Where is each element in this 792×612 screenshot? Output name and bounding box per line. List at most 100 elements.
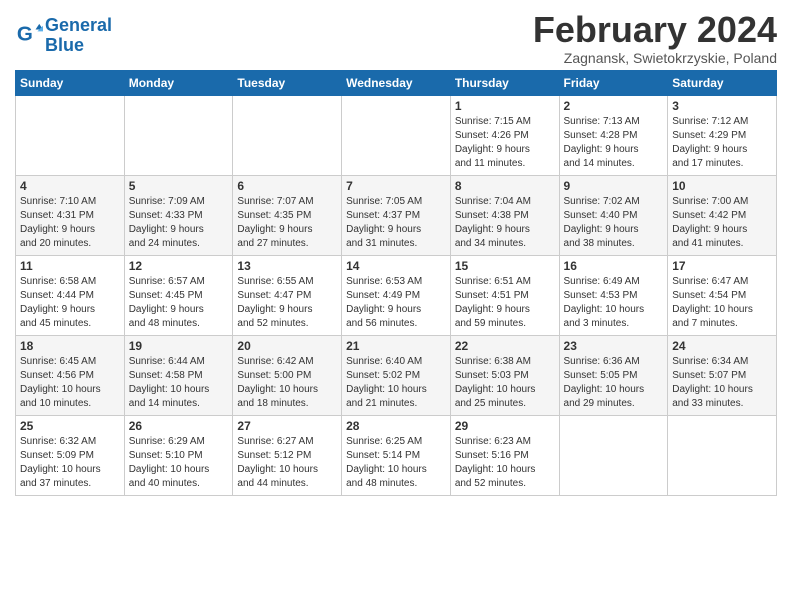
day-info: Sunrise: 7:15 AM Sunset: 4:26 PM Dayligh… — [455, 115, 555, 171]
calendar-cell: 28 Sunrise: 6:25 AM Sunset: 5:14 PM Dayli… — [342, 415, 451, 495]
calendar-cell: 12 Sunrise: 6:57 AM Sunset: 4:45 PM Dayli… — [124, 255, 233, 335]
day-info: Sunrise: 6:47 AM Sunset: 4:54 PM Dayligh… — [672, 275, 772, 331]
day-info: Sunrise: 6:45 AM Sunset: 4:56 PM Dayligh… — [20, 355, 120, 411]
column-header-sunday: Sunday — [16, 70, 125, 95]
calendar-cell: 7 Sunrise: 7:05 AM Sunset: 4:37 PM Daylig… — [342, 175, 451, 255]
day-info: Sunrise: 6:53 AM Sunset: 4:49 PM Dayligh… — [346, 275, 446, 331]
calendar-cell: 2 Sunrise: 7:13 AM Sunset: 4:28 PM Daylig… — [559, 95, 668, 175]
day-number: 16 — [564, 259, 664, 273]
column-header-thursday: Thursday — [450, 70, 559, 95]
day-number: 18 — [20, 339, 120, 353]
logo-icon: G — [15, 22, 43, 50]
day-number: 27 — [237, 419, 337, 433]
day-number: 11 — [20, 259, 120, 273]
column-header-tuesday: Tuesday — [233, 70, 342, 95]
calendar-week-row: 25 Sunrise: 6:32 AM Sunset: 5:09 PM Dayli… — [16, 415, 777, 495]
day-info: Sunrise: 6:36 AM Sunset: 5:05 PM Dayligh… — [564, 355, 664, 411]
day-number: 29 — [455, 419, 555, 433]
day-number: 14 — [346, 259, 446, 273]
calendar-cell: 13 Sunrise: 6:55 AM Sunset: 4:47 PM Dayli… — [233, 255, 342, 335]
calendar-cell: 3 Sunrise: 7:12 AM Sunset: 4:29 PM Daylig… — [668, 95, 777, 175]
logo-general: General — [45, 15, 112, 35]
day-info: Sunrise: 7:04 AM Sunset: 4:38 PM Dayligh… — [455, 195, 555, 251]
day-number: 13 — [237, 259, 337, 273]
day-number: 21 — [346, 339, 446, 353]
day-number: 8 — [455, 179, 555, 193]
day-info: Sunrise: 6:49 AM Sunset: 4:53 PM Dayligh… — [564, 275, 664, 331]
title-area: February 2024 Zagnansk, Swietokrzyskie, … — [533, 10, 777, 66]
column-header-monday: Monday — [124, 70, 233, 95]
calendar-cell: 16 Sunrise: 6:49 AM Sunset: 4:53 PM Dayli… — [559, 255, 668, 335]
calendar-cell: 20Sunrise: 6:42 AM Sunset: 5:00 PM Dayli… — [233, 335, 342, 415]
calendar-cell: 11 Sunrise: 6:58 AM Sunset: 4:44 PM Dayli… — [16, 255, 125, 335]
column-header-friday: Friday — [559, 70, 668, 95]
calendar-cell: 27 Sunrise: 6:27 AM Sunset: 5:12 PM Dayli… — [233, 415, 342, 495]
logo: G General Blue — [15, 16, 112, 56]
day-number: 3 — [672, 99, 772, 113]
day-number: 25 — [20, 419, 120, 433]
day-info: Sunrise: 6:57 AM Sunset: 4:45 PM Dayligh… — [129, 275, 229, 331]
day-info: Sunrise: 6:58 AM Sunset: 4:44 PM Dayligh… — [20, 275, 120, 331]
calendar-cell: 10Sunrise: 7:00 AM Sunset: 4:42 PM Dayli… — [668, 175, 777, 255]
calendar-cell: 9Sunrise: 7:02 AM Sunset: 4:40 PM Daylig… — [559, 175, 668, 255]
calendar-cell: 19Sunrise: 6:44 AM Sunset: 4:58 PM Dayli… — [124, 335, 233, 415]
calendar-cell: 15 Sunrise: 6:51 AM Sunset: 4:51 PM Dayli… — [450, 255, 559, 335]
day-number: 23 — [564, 339, 664, 353]
day-info: Sunrise: 6:40 AM Sunset: 5:02 PM Dayligh… — [346, 355, 446, 411]
location-subtitle: Zagnansk, Swietokrzyskie, Poland — [533, 50, 777, 66]
day-info: Sunrise: 7:05 AM Sunset: 4:37 PM Dayligh… — [346, 195, 446, 251]
calendar-cell — [668, 415, 777, 495]
svg-text:G: G — [17, 22, 33, 45]
calendar-cell: 21 Sunrise: 6:40 AM Sunset: 5:02 PM Dayli… — [342, 335, 451, 415]
day-info: Sunrise: 6:34 AM Sunset: 5:07 PM Dayligh… — [672, 355, 772, 411]
day-info: Sunrise: 6:51 AM Sunset: 4:51 PM Dayligh… — [455, 275, 555, 331]
calendar-table: SundayMondayTuesdayWednesdayThursdayFrid… — [15, 70, 777, 496]
day-info: Sunrise: 6:27 AM Sunset: 5:12 PM Dayligh… — [237, 435, 337, 491]
day-number: 2 — [564, 99, 664, 113]
calendar-cell: 23 Sunrise: 6:36 AM Sunset: 5:05 PM Dayli… — [559, 335, 668, 415]
calendar-cell: 18 Sunrise: 6:45 AM Sunset: 4:56 PM Dayli… — [16, 335, 125, 415]
calendar-cell: 25 Sunrise: 6:32 AM Sunset: 5:09 PM Dayli… — [16, 415, 125, 495]
day-number: 28 — [346, 419, 446, 433]
day-number: 12 — [129, 259, 229, 273]
day-info: Sunrise: 7:12 AM Sunset: 4:29 PM Dayligh… — [672, 115, 772, 171]
calendar-cell: 26 Sunrise: 6:29 AM Sunset: 5:10 PM Dayli… — [124, 415, 233, 495]
calendar-cell: 4Sunrise: 7:10 AM Sunset: 4:31 PM Daylig… — [16, 175, 125, 255]
calendar-cell: 29Sunrise: 6:23 AM Sunset: 5:16 PM Dayli… — [450, 415, 559, 495]
day-info: Sunrise: 7:13 AM Sunset: 4:28 PM Dayligh… — [564, 115, 664, 171]
calendar-week-row: 4Sunrise: 7:10 AM Sunset: 4:31 PM Daylig… — [16, 175, 777, 255]
header: G General Blue February 2024 Zagnansk, S… — [15, 10, 777, 66]
column-header-saturday: Saturday — [668, 70, 777, 95]
calendar-week-row: 1Sunrise: 7:15 AM Sunset: 4:26 PM Daylig… — [16, 95, 777, 175]
day-number: 26 — [129, 419, 229, 433]
day-info: Sunrise: 7:07 AM Sunset: 4:35 PM Dayligh… — [237, 195, 337, 251]
day-info: Sunrise: 7:02 AM Sunset: 4:40 PM Dayligh… — [564, 195, 664, 251]
day-number: 7 — [346, 179, 446, 193]
day-info: Sunrise: 7:00 AM Sunset: 4:42 PM Dayligh… — [672, 195, 772, 251]
day-number: 24 — [672, 339, 772, 353]
calendar-cell: 17Sunrise: 6:47 AM Sunset: 4:54 PM Dayli… — [668, 255, 777, 335]
day-info: Sunrise: 6:55 AM Sunset: 4:47 PM Dayligh… — [237, 275, 337, 331]
calendar-cell — [342, 95, 451, 175]
calendar-week-row: 18 Sunrise: 6:45 AM Sunset: 4:56 PM Dayli… — [16, 335, 777, 415]
calendar-cell — [124, 95, 233, 175]
day-info: Sunrise: 6:38 AM Sunset: 5:03 PM Dayligh… — [455, 355, 555, 411]
calendar-cell: 5Sunrise: 7:09 AM Sunset: 4:33 PM Daylig… — [124, 175, 233, 255]
column-header-wednesday: Wednesday — [342, 70, 451, 95]
calendar-cell — [233, 95, 342, 175]
day-info: Sunrise: 6:32 AM Sunset: 5:09 PM Dayligh… — [20, 435, 120, 491]
calendar-cell — [16, 95, 125, 175]
calendar-week-row: 11 Sunrise: 6:58 AM Sunset: 4:44 PM Dayli… — [16, 255, 777, 335]
day-info: Sunrise: 6:29 AM Sunset: 5:10 PM Dayligh… — [129, 435, 229, 491]
day-number: 4 — [20, 179, 120, 193]
day-info: Sunrise: 6:44 AM Sunset: 4:58 PM Dayligh… — [129, 355, 229, 411]
calendar-cell: 6 Sunrise: 7:07 AM Sunset: 4:35 PM Daylig… — [233, 175, 342, 255]
calendar-cell: 14 Sunrise: 6:53 AM Sunset: 4:49 PM Dayli… — [342, 255, 451, 335]
day-number: 15 — [455, 259, 555, 273]
day-info: Sunrise: 7:09 AM Sunset: 4:33 PM Dayligh… — [129, 195, 229, 251]
day-info: Sunrise: 6:42 AM Sunset: 5:00 PM Dayligh… — [237, 355, 337, 411]
day-number: 6 — [237, 179, 337, 193]
day-info: Sunrise: 6:25 AM Sunset: 5:14 PM Dayligh… — [346, 435, 446, 491]
calendar-cell: 8 Sunrise: 7:04 AM Sunset: 4:38 PM Daylig… — [450, 175, 559, 255]
calendar-cell: 1Sunrise: 7:15 AM Sunset: 4:26 PM Daylig… — [450, 95, 559, 175]
